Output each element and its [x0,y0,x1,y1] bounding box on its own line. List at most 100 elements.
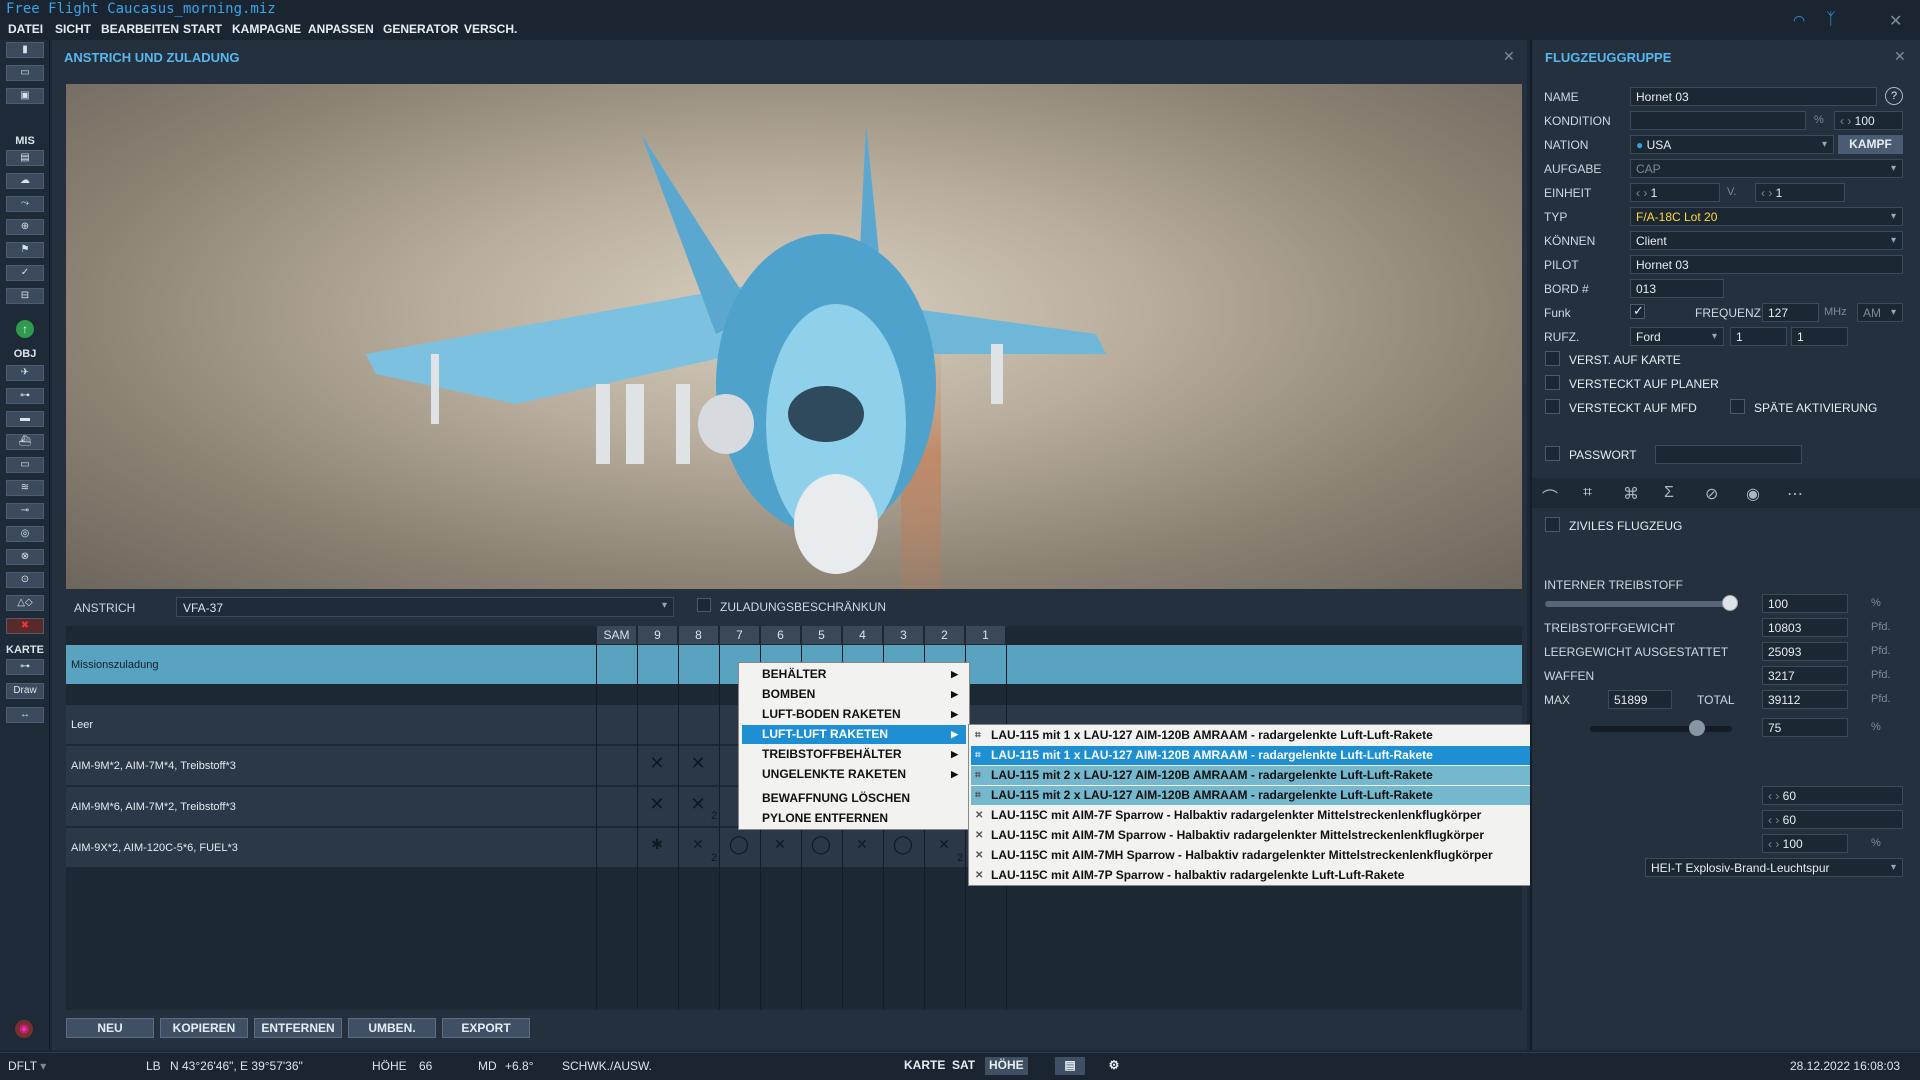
internal-fuel-slider-handle[interactable] [1722,595,1738,611]
summary-tab-icon[interactable]: Σ [1664,484,1674,502]
delete-icon[interactable]: ✖ [6,618,44,634]
type-select[interactable]: F/A-18C Lot 20 ▾ [1630,207,1903,226]
menu-edit[interactable]: BEARBEITEN [101,22,179,36]
loadout-tab-icon[interactable]: ⌗ [1583,484,1592,502]
missile-icon[interactable]: ✕ [678,753,718,774]
callsign-number-field[interactable]: 1 [1730,327,1787,346]
unit-total-spinner[interactable]: ‹ › 1 [1755,183,1845,202]
open-folder-icon[interactable]: ▭ [6,65,44,81]
submenu-item[interactable]: ✕ LAU-115C mit AIM-7F Sparrow - Halbaktiv… [971,806,1591,825]
hidden-on-planner-checkbox[interactable] [1545,375,1560,390]
internal-fuel-field[interactable]: 100 [1762,594,1848,613]
menu-misc[interactable]: VERSCH. [464,22,517,36]
missile-icon[interactable]: ✕ [637,794,677,815]
trigger-icon[interactable]: ⊟ [6,288,44,304]
aircraft-preview[interactable] [66,84,1522,589]
wifi-icon[interactable]: ◠ [1793,12,1805,29]
pilot-field[interactable]: Hornet 03 [1630,255,1903,274]
menu-item-containers[interactable]: BEHÄLTER ▶ [742,665,966,684]
settings-icon[interactable]: ⚙ [1102,1057,1126,1075]
secondary-slider[interactable] [1590,726,1732,732]
shapes-icon[interactable]: △◇ [6,595,44,611]
route-icon[interactable]: ⊸ [6,503,44,519]
actions-tab-icon[interactable]: ⌘ [1623,484,1639,504]
loadout-restrict-checkbox[interactable] [697,598,711,612]
callsign-select[interactable]: Ford ▾ [1630,327,1724,346]
more-tab-icon[interactable]: ⋯ [1787,484,1803,504]
ground-unit-icon[interactable]: ▬ [6,411,44,427]
missile-icon[interactable]: ✕ [678,836,718,853]
submenu-item[interactable]: ✕ LAU-115C mit AIM-7P Sparrow - halbaktiv… [971,866,1591,885]
board-number-field[interactable]: 013 [1630,279,1724,298]
menu-item-remove-pylons[interactable]: PYLONE ENTFERNEN [742,809,966,828]
menu-start[interactable]: START [183,22,222,36]
panel-close-icon[interactable]: ✕ [1503,48,1515,65]
up-arrow-icon[interactable]: ↑ [16,320,34,338]
check-icon[interactable]: ✓ [6,265,44,281]
name-field[interactable]: Hornet 03 [1630,87,1877,106]
missile-icon[interactable]: ✕ [637,753,677,774]
menu-item-rockets[interactable]: UNGELENKTE RAKETEN ▶ [742,765,966,784]
submenu-item[interactable]: ⌗ LAU-115 mit 1 x LAU-127 AIM-120B AMRAAM… [971,746,1591,765]
group-icon[interactable]: ⊙ [6,572,44,588]
submenu-item[interactable]: ⌗ LAU-115 mit 2 x LAU-127 AIM-120B AMRAAM… [971,786,1591,805]
static-object-icon[interactable]: ▭ [6,457,44,473]
altitude-view-button[interactable]: HÖHE [985,1057,1028,1075]
ruler-icon[interactable]: ↔ [6,707,44,723]
ammo-select[interactable]: HEI-T Explosiv-Brand-Leuchtspur ▾ [1645,858,1903,877]
layers-icon[interactable]: ▤ [1055,1057,1085,1075]
param-spinner[interactable]: ‹ › 60 [1762,810,1903,829]
hidden-on-mfd-checkbox[interactable] [1545,399,1560,414]
antenna-icon[interactable]: ᛉ [1826,11,1836,29]
flag-icon[interactable]: ⚑ [6,242,44,258]
new-file-icon[interactable]: ▮ [6,42,44,58]
fuel-tank-icon[interactable]: ◯ [719,834,759,855]
password-field[interactable] [1655,445,1802,464]
menu-item-air-ground[interactable]: LUFT-BODEN RAKETEN ▶ [742,705,966,724]
panel-close-icon[interactable]: ✕ [1894,48,1906,65]
ship-icon[interactable]: ⛴ [6,434,44,450]
rename-button[interactable]: UMBEN. [348,1018,436,1038]
save-icon[interactable]: ▣ [6,88,44,104]
condition-spinner[interactable]: ‹ › 100 [1834,111,1903,130]
menu-generator[interactable]: GENERATOR [383,22,459,36]
briefing-icon[interactable]: ▤ [6,150,44,166]
key-icon[interactable]: ⊶ [6,659,44,675]
template-icon[interactable]: ≋ [6,480,44,496]
fuel-tank-icon[interactable]: ◯ [883,834,923,855]
missile-icon[interactable]: ✕ [924,836,964,853]
missile-icon[interactable]: ✕ [760,836,800,853]
draw-button[interactable]: Draw [6,683,44,699]
failures-tab-icon[interactable]: ⊘ [1705,484,1718,504]
route-tab-icon[interactable]: ⌒ [1542,484,1558,508]
radio-checkbox[interactable] [1630,303,1645,319]
help-icon[interactable]: ? [1885,87,1903,105]
hidden-on-map-checkbox[interactable] [1545,351,1560,366]
flight-icon[interactable]: ⤳ [6,196,44,212]
profile-select[interactable]: DFLT ▾ [8,1059,46,1073]
copy-button[interactable]: KOPIEREN [160,1018,248,1038]
missile-icon[interactable]: ✱ [637,836,677,853]
modulation-select[interactable]: AM ▾ [1857,303,1903,322]
menu-campaign[interactable]: KAMPAGNE [232,22,301,36]
livery-select[interactable]: VFA-37 ▾ [176,597,674,617]
condition-slider-field[interactable] [1630,111,1806,130]
menu-item-air-air[interactable]: LUFT-LUFT RAKETEN ▶ [742,725,966,744]
target-icon[interactable]: ◎ [6,526,44,542]
menu-view[interactable]: SICHT [55,22,91,36]
secondary-value-field[interactable]: 75 [1762,718,1848,737]
plane-icon[interactable]: ✈ [6,365,44,381]
map-view-button[interactable]: KARTE [900,1057,949,1075]
helicopter-icon[interactable]: ⊶ [6,388,44,404]
missile-icon[interactable]: ✕ [842,836,882,853]
coalition-button[interactable]: KAMPF [1838,135,1903,154]
submenu-item[interactable]: ✕ LAU-115C mit AIM-7MH Sparrow - Halbakti… [971,846,1591,865]
skill-select[interactable]: Client ▾ [1630,231,1903,250]
weather-icon[interactable]: ☁ [6,173,44,189]
waypoint-icon[interactable]: ⊕ [6,219,44,235]
remove-button[interactable]: ENTFERNEN [254,1018,342,1038]
frequency-field[interactable]: 127 [1762,303,1819,322]
submenu-item[interactable]: ⌗ LAU-115 mit 1 x LAU-127 AIM-120B AMRAAM… [971,726,1591,745]
record-icon[interactable]: ◉ [15,1020,33,1038]
callsign-number-field[interactable]: 1 [1791,327,1848,346]
